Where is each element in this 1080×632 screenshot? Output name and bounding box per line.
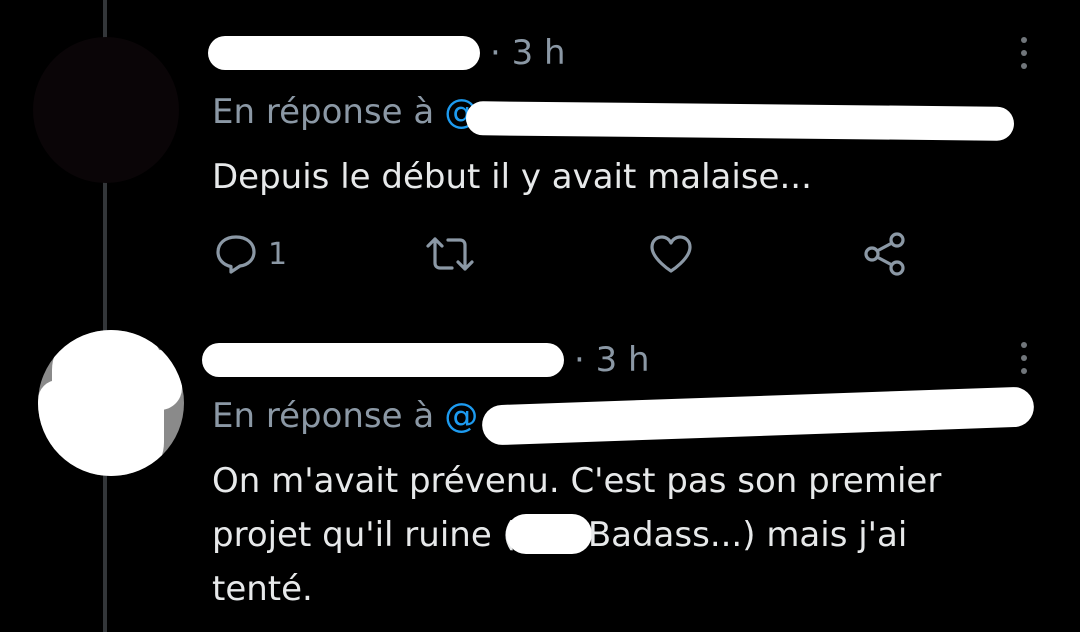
avatar[interactable]	[38, 330, 184, 476]
redacted-username	[208, 36, 480, 70]
reply-context: En réponse à @	[212, 90, 478, 134]
tweet-text-line-2-end: Badass...) mais j'ai	[587, 515, 908, 555]
tweet-time[interactable]: · 3 h	[490, 33, 566, 73]
redacted-username	[202, 343, 564, 377]
tweet-text-line-3: tenté.	[212, 569, 313, 609]
more-vertical-icon[interactable]	[1019, 37, 1029, 69]
tweet-header: · 3 h	[208, 33, 566, 73]
reply-count: 1	[268, 236, 288, 272]
tweet-text: Depuis le début il y avait malaise...	[212, 157, 812, 197]
retweet-icon	[426, 237, 474, 271]
reply-prefix: En réponse à	[212, 396, 435, 436]
like-button[interactable]	[648, 226, 694, 282]
redacted-text	[505, 513, 592, 554]
retweet-button[interactable]	[424, 226, 476, 282]
tweet-text-line-2-start: projet qu'il ruine (	[212, 515, 516, 555]
avatar[interactable]	[33, 37, 179, 183]
heart-icon	[650, 235, 692, 273]
reply-button[interactable]: 1	[214, 226, 287, 282]
reply-handle[interactable]: @	[444, 396, 478, 436]
more-vertical-icon[interactable]	[1019, 342, 1029, 374]
share-button[interactable]	[862, 226, 908, 282]
reply-icon	[216, 235, 256, 274]
tweet-header: · 3 h	[202, 340, 650, 380]
tweet-text-line-2: projet qu'il ruine ( Badass...) mais j'ai	[212, 508, 907, 562]
redacted-handle	[465, 101, 1015, 141]
reply-prefix: En réponse à	[212, 92, 435, 132]
redacted-handle	[481, 386, 1035, 446]
reply-context: En réponse à @	[212, 394, 478, 438]
share-icon	[864, 232, 905, 276]
tweet-text-line-1: On m'avait prévenu. C'est pas son premie…	[212, 461, 942, 501]
tweet-time[interactable]: · 3 h	[574, 340, 650, 380]
